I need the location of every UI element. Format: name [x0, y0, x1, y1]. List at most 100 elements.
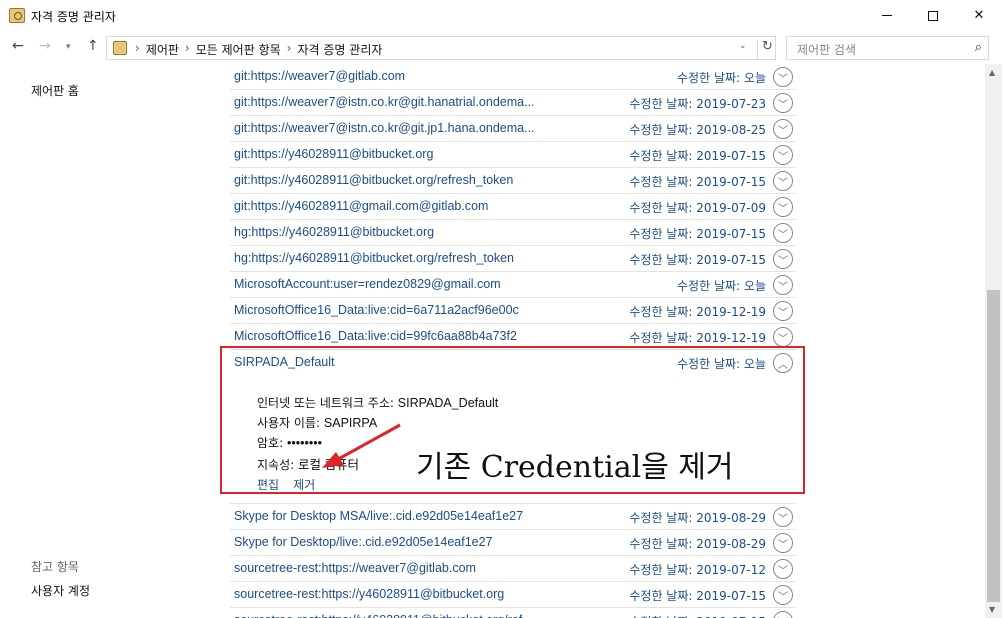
credential-name[interactable]: hg:https://y46028911@bitbucket.org — [234, 225, 434, 239]
expand-chevron-icon[interactable]: ﹀ — [773, 301, 793, 321]
search-placeholder: 제어판 검색 — [797, 43, 857, 57]
credential-name[interactable]: git:https://weaver7@gitlab.com — [234, 69, 405, 83]
maximize-button[interactable] — [910, 0, 956, 31]
address-value: SIRPADA_Default — [397, 396, 499, 410]
credential-row[interactable]: sourcetree-rest:https://y46028911@bitbuc… — [230, 608, 796, 618]
credential-name[interactable]: MicrosoftOffice16_Data:live:cid=6a711a2a… — [234, 303, 519, 317]
date-prefix: 수정한 날짜: — [629, 149, 693, 163]
credential-row[interactable]: git:https://weaver7@gitlab.com 수정한 날짜: 오늘… — [230, 64, 796, 90]
breadcrumb: › 제어판 › 모든 제어판 항목 › 자격 증명 관리자 — [135, 41, 382, 58]
credential-date: 수정한 날짜: 오늘 — [677, 277, 766, 294]
date-prefix: 수정한 날짜: — [629, 227, 693, 241]
back-arrow-icon[interactable]: ← — [12, 38, 24, 54]
credential-name[interactable]: git:https://y46028911@bitbucket.org/refr… — [234, 173, 513, 187]
credential-name[interactable]: hg:https://y46028911@bitbucket.org/refre… — [234, 251, 514, 265]
recent-locations-chevron-icon[interactable]: ▾ — [66, 42, 71, 52]
credential-name[interactable]: Skype for Desktop MSA/live:.cid.e92d05e1… — [234, 509, 523, 523]
breadcrumb-credential-manager[interactable]: 자격 증명 관리자 — [297, 41, 382, 58]
title-bar: 자격 증명 관리자 ✕ — [0, 0, 1002, 31]
expand-chevron-icon[interactable]: ﹀ — [773, 119, 793, 139]
credential-name[interactable]: git:https://weaver7@istn.co.kr@git.jp1.h… — [234, 121, 535, 135]
credential-name[interactable]: git:https://y46028911@bitbucket.org — [234, 147, 433, 161]
credential-name[interactable]: MicrosoftOffice16_Data:live:cid=99fc6aa8… — [234, 329, 517, 343]
breadcrumb-control-panel[interactable]: 제어판 — [146, 41, 179, 58]
date-value: 오늘 — [743, 279, 766, 293]
credential-name[interactable]: sourcetree-rest:https://weaver7@gitlab.c… — [234, 561, 476, 575]
close-button[interactable]: ✕ — [956, 0, 1002, 31]
maximize-icon — [928, 10, 938, 21]
credential-row[interactable]: git:https://y46028911@bitbucket.org 수정한 날… — [230, 142, 796, 168]
date-prefix: 수정한 날짜: — [629, 123, 693, 137]
minimize-button[interactable] — [864, 0, 910, 31]
credential-date: 수정한 날짜: 2019-08-25 — [629, 121, 766, 138]
credential-row[interactable]: git:https://weaver7@istn.co.kr@git.jp1.h… — [230, 116, 796, 142]
address-bar[interactable]: › 제어판 › 모든 제어판 항목 › 자격 증명 관리자 ⌄ ↻ — [106, 36, 776, 60]
date-value: 2019-07-09 — [696, 201, 766, 215]
credential-name[interactable]: git:https://weaver7@istn.co.kr@git.hanat… — [234, 95, 535, 109]
remove-link[interactable]: 제거 — [293, 476, 315, 493]
date-prefix: 수정한 날짜: — [629, 305, 693, 319]
credential-date: 수정한 날짜: 2019-07-15 — [629, 225, 766, 242]
password-detail: 암호: •••••••• — [257, 434, 322, 451]
credential-name[interactable]: sourcetree-rest:https://y46028911@bitbuc… — [234, 613, 533, 618]
expand-chevron-icon[interactable]: ﹀ — [773, 197, 793, 217]
credential-name[interactable]: git:https://y46028911@gmail.com@gitlab.c… — [234, 199, 488, 213]
date-value: 2019-08-25 — [696, 123, 766, 137]
refresh-icon[interactable]: ↻ — [757, 39, 773, 59]
credential-row[interactable]: Skype for Desktop/live:.cid.e92d05e14eaf… — [230, 530, 796, 556]
collapse-chevron-icon[interactable]: ︿ — [773, 353, 793, 373]
up-arrow-icon[interactable]: ↑ — [87, 38, 99, 54]
expand-chevron-icon[interactable]: ﹀ — [773, 249, 793, 269]
date-prefix: 수정한 날짜: — [677, 279, 741, 293]
persistence-detail: 지속성: 로컬 컴퓨터 — [257, 454, 359, 473]
credential-row[interactable]: Skype for Desktop MSA/live:.cid.e92d05e1… — [230, 504, 796, 530]
date-prefix: 수정한 날짜: — [629, 563, 693, 577]
credential-row[interactable]: MicrosoftAccount:user=rendez0829@gmail.c… — [230, 272, 796, 298]
expand-chevron-icon[interactable]: ﹀ — [773, 145, 793, 165]
expand-chevron-icon[interactable]: ﹀ — [773, 93, 793, 113]
scroll-up-icon[interactable]: ▲ — [989, 68, 995, 77]
edit-link[interactable]: 편집 — [257, 476, 279, 493]
breadcrumb-separator: › — [286, 41, 292, 55]
date-prefix: 수정한 날짜: — [629, 175, 693, 189]
date-prefix: 수정한 날짜: — [677, 71, 741, 85]
breadcrumb-all-items[interactable]: 모든 제어판 항목 — [196, 41, 281, 58]
date-value: 2019-12-19 — [696, 331, 766, 345]
scroll-down-icon[interactable]: ▼ — [989, 605, 995, 614]
credential-name[interactable]: SIRPADA_Default — [234, 355, 335, 369]
credential-name[interactable]: sourcetree-rest:https://y46028911@bitbuc… — [234, 587, 504, 601]
expand-chevron-icon[interactable]: ﹀ — [773, 275, 793, 295]
credential-name[interactable]: MicrosoftAccount:user=rendez0829@gmail.c… — [234, 277, 501, 291]
user-accounts-link[interactable]: 사용자 계정 — [31, 582, 90, 599]
credential-date: 수정한 날짜: 2019-07-15 — [629, 613, 766, 618]
search-input[interactable]: 제어판 검색 ⌕ — [786, 36, 989, 60]
expand-chevron-icon[interactable]: ﹀ — [773, 223, 793, 243]
expand-chevron-icon[interactable]: ﹀ — [773, 585, 793, 605]
expand-chevron-icon[interactable]: ﹀ — [773, 67, 793, 87]
credential-row[interactable]: hg:https://y46028911@bitbucket.org 수정한 날짜… — [230, 220, 796, 246]
date-prefix: 수정한 날짜: — [629, 331, 693, 345]
scrollbar-thumb[interactable] — [987, 290, 1000, 602]
vertical-scrollbar[interactable]: ▲ ▼ — [985, 64, 1002, 618]
control-panel-home-link[interactable]: 제어판 홈 — [31, 82, 79, 99]
date-value: 2019-07-15 — [696, 149, 766, 163]
credential-row[interactable]: MicrosoftOffice16_Data:live:cid=99fc6aa8… — [230, 324, 796, 350]
credential-row[interactable]: git:https://weaver7@istn.co.kr@git.hanat… — [230, 90, 796, 116]
expand-chevron-icon[interactable]: ﹀ — [773, 533, 793, 553]
search-icon[interactable]: ⌕ — [975, 40, 982, 55]
credential-row[interactable]: git:https://y46028911@gmail.com@gitlab.c… — [230, 194, 796, 220]
expand-chevron-icon[interactable]: ﹀ — [773, 327, 793, 347]
expand-chevron-icon[interactable]: ﹀ — [773, 611, 793, 618]
expand-chevron-icon[interactable]: ﹀ — [773, 559, 793, 579]
credential-row[interactable]: git:https://y46028911@bitbucket.org/refr… — [230, 168, 796, 194]
expand-chevron-icon[interactable]: ﹀ — [773, 171, 793, 191]
address-dropdown-chevron-icon[interactable]: ⌄ — [739, 41, 747, 51]
credential-row[interactable]: hg:https://y46028911@bitbucket.org/refre… — [230, 246, 796, 272]
forward-arrow-icon[interactable]: → — [39, 38, 51, 54]
credential-row[interactable]: sourcetree-rest:https://weaver7@gitlab.c… — [230, 556, 796, 582]
credential-row[interactable]: sourcetree-rest:https://y46028911@bitbuc… — [230, 582, 796, 608]
credential-name[interactable]: Skype for Desktop/live:.cid.e92d05e14eaf… — [234, 535, 493, 549]
username-value: SAPIRPA — [323, 416, 378, 430]
credential-row[interactable]: MicrosoftOffice16_Data:live:cid=6a711a2a… — [230, 298, 796, 324]
expand-chevron-icon[interactable]: ﹀ — [773, 507, 793, 527]
